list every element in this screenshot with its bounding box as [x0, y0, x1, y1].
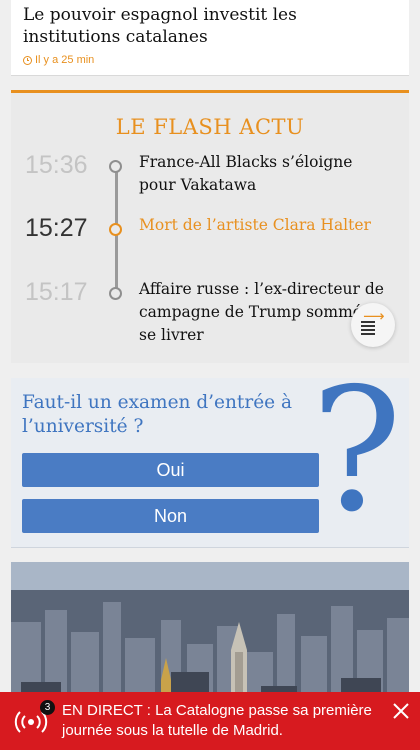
- notification-count-badge: 3: [40, 700, 55, 715]
- poll-option-non-button[interactable]: Non: [22, 499, 319, 533]
- top-article-card[interactable]: Le pouvoir espagnol investit les institu…: [11, 0, 409, 76]
- clock-icon: [23, 55, 32, 65]
- list-icon: [361, 321, 375, 337]
- flash-list-button[interactable]: ⟶: [351, 303, 395, 347]
- article-timestamp: Il y a 25 min: [23, 54, 94, 66]
- flash-item-time: 15:36: [25, 151, 88, 179]
- close-icon[interactable]: [391, 701, 411, 721]
- flash-actu-panel: LE FLASH ACTU 15:36 France-All Blacks s’…: [11, 90, 409, 363]
- poll-card: Faut-il un examen d’entrée à l’universit…: [11, 366, 409, 548]
- timeline-dot-active: [109, 223, 122, 236]
- poll-question: Faut-il un examen d’entrée à l’universit…: [22, 392, 293, 437]
- live-banner-text[interactable]: EN DIRECT : La Catalogne passe sa premiè…: [62, 701, 374, 741]
- flash-item-time: 15:17: [25, 278, 88, 306]
- poll-option-oui-button[interactable]: Oui: [22, 453, 319, 487]
- flash-item-text[interactable]: Mort de l’artiste Clara Halter: [139, 214, 389, 237]
- timeline-dot: [109, 287, 122, 300]
- flash-title: LE FLASH ACTU: [115, 115, 305, 139]
- flash-item-time: 15:27: [25, 214, 88, 242]
- live-news-banner[interactable]: 3 EN DIRECT : La Catalogne passe sa prem…: [0, 692, 420, 750]
- flash-item-text[interactable]: France-All Blacks s’éloigne pour Vakataw…: [139, 151, 389, 197]
- article-headline[interactable]: Le pouvoir espagnol investit les institu…: [23, 4, 393, 48]
- live-label: EN DIRECT :: [62, 702, 151, 719]
- question-mark-icon: ?: [311, 352, 403, 550]
- time-ago-label: Il y a 25 min: [35, 54, 95, 66]
- flash-item-text[interactable]: Affaire russe : l’ex-directeur de campag…: [139, 278, 389, 347]
- timeline-dot: [109, 160, 122, 173]
